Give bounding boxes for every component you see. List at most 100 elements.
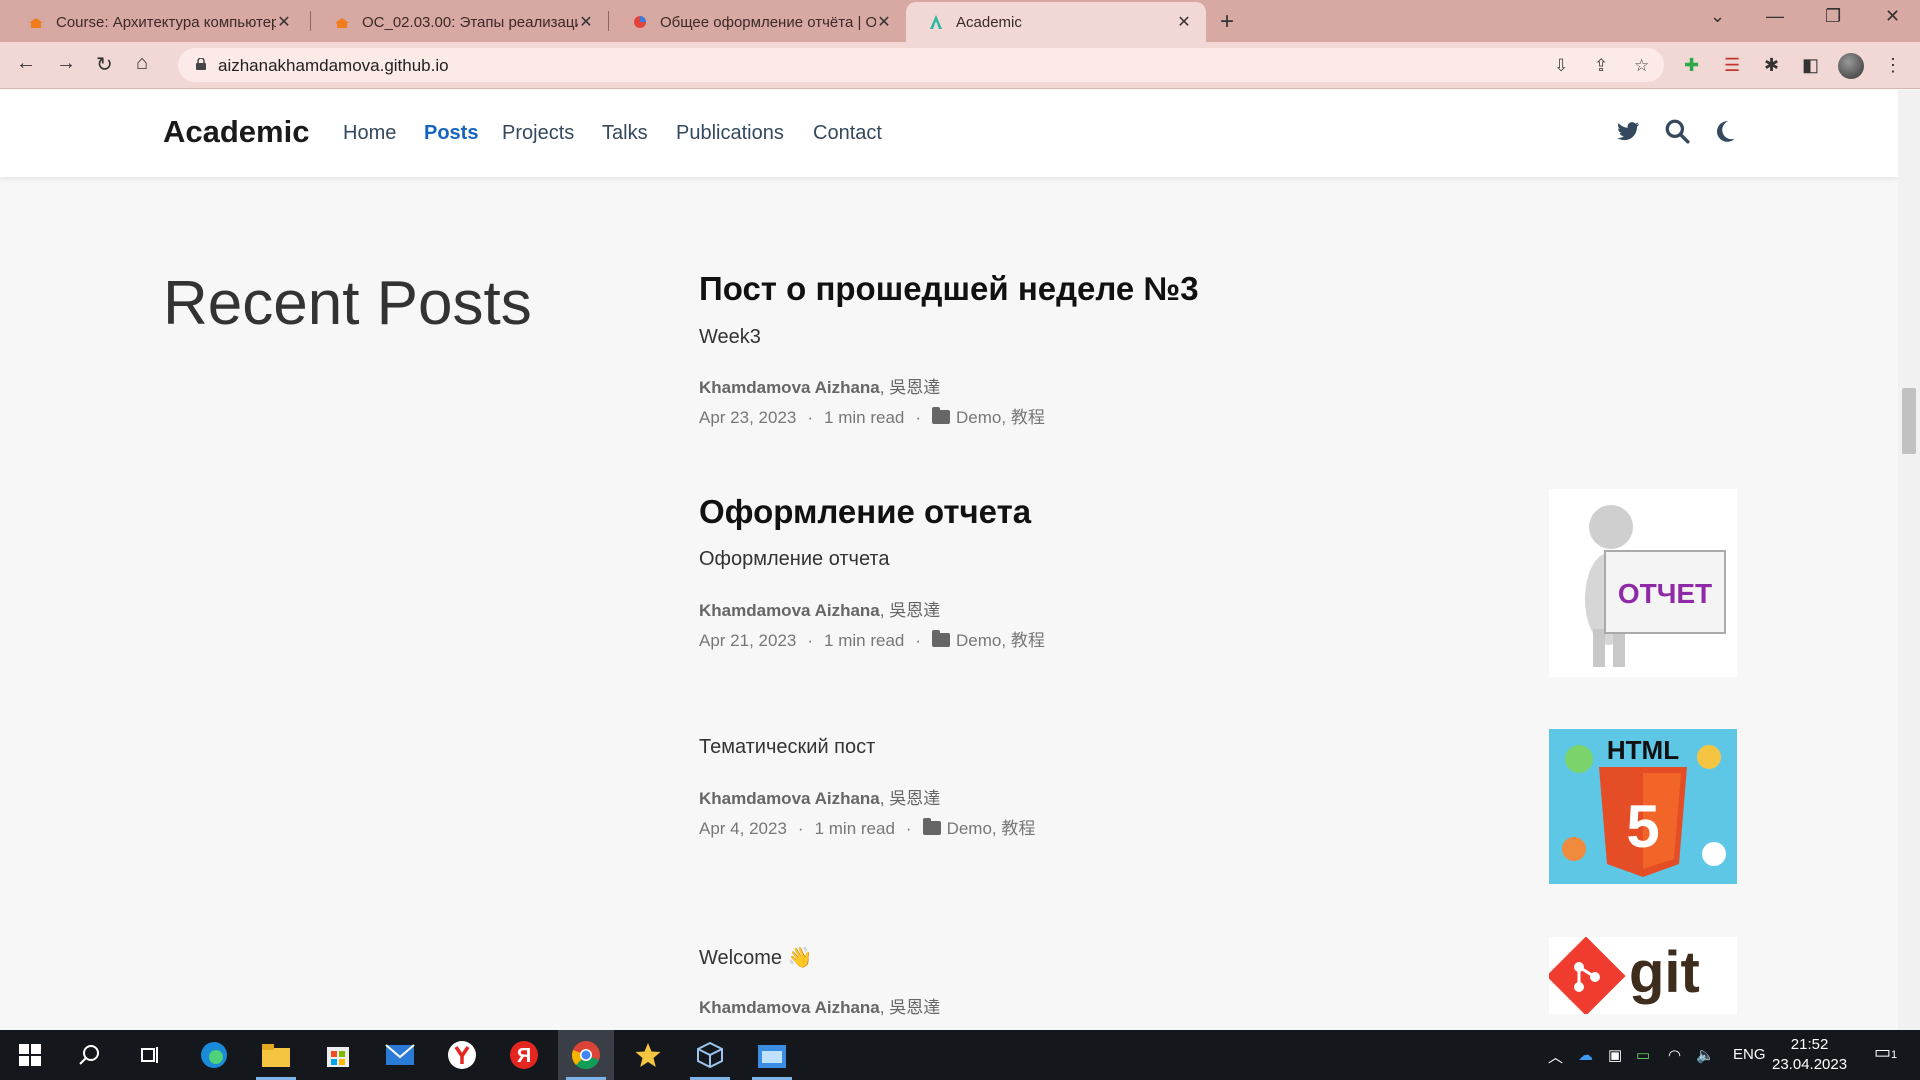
windows-taskbar: Я ︿ ☁ ▣ ▭ ◠ 🔈 ENG 21:52 23.04.2023 ▭1 [0,1030,1920,1080]
moodle-icon [29,18,43,28]
tab-os-stages[interactable]: ОС_02.03.00: Этапы реализации проекта ✕ [312,2,608,42]
tray-chevron-icon[interactable]: ︿ [1548,1046,1563,1067]
task-view-button[interactable] [122,1030,178,1080]
volume-icon[interactable]: 🔈 [1696,1046,1715,1064]
tab-title: ОС_02.03.00: Этапы реализации проекта [362,13,578,31]
author-link[interactable]: Khamdamova Aizhana [699,998,880,1017]
post-meta: Apr 23, 2023 · 1 min read · Demo, 教程 [699,407,1045,427]
nav-posts[interactable]: Posts [424,122,478,145]
clock-time: 21:52 [1790,1036,1829,1053]
post-title[interactable]: Оформление отчета [699,493,1031,531]
author-link[interactable]: Khamdamova Aizhana [699,378,880,397]
menu-kebab-icon[interactable]: ⋮ [1884,55,1902,76]
nav-talks[interactable]: Talks [602,122,648,145]
extension-plus-icon[interactable]: ✚ [1684,55,1699,76]
taskbar-search-button[interactable] [62,1030,118,1080]
taskbar-mail[interactable] [372,1030,428,1080]
browser-tab-strip: Course: Архитектура компьютерных систем … [0,0,1920,42]
reload-button[interactable]: ↻ [96,52,113,77]
post-categories[interactable]: Demo, 教程 [956,408,1045,427]
post-categories[interactable]: Demo, 教程 [947,819,1036,838]
nav-contact[interactable]: Contact [813,122,882,145]
address-bar[interactable]: aizhanakhamdamova.github.io ⇩ ⇪ ☆ [178,48,1664,82]
taskbar-store[interactable] [310,1030,366,1080]
taskbar-yandex-browser[interactable] [434,1030,490,1080]
tab-title: Academic [956,13,1022,31]
close-window-button[interactable]: ✕ [1885,6,1900,27]
system-clock[interactable]: 21:52 23.04.2023 [1772,1035,1847,1075]
mail-icon [385,1044,415,1065]
page-scrollbar[interactable] [1898,90,1920,1030]
taskbar-edge[interactable] [186,1030,242,1080]
nav-publications[interactable]: Publications [676,122,784,145]
windows-logo-icon [19,1044,41,1066]
html5-thumbnail[interactable]: HTML 5 [1549,729,1737,884]
read-time: 1 min read [824,408,905,427]
post-summary[interactable]: Welcome 👋 [699,945,812,970]
extension-bars-icon[interactable]: ☰ [1724,55,1740,76]
edge-icon [201,1042,227,1068]
back-button[interactable]: ← [16,52,36,75]
notification-center-button[interactable]: ▭1 [1874,1042,1897,1063]
read-time: 1 min read [824,631,905,650]
wifi-icon[interactable]: ◠ [1668,1046,1681,1064]
tab-academic[interactable]: Academic ✕ [906,2,1206,42]
post-authors: Khamdamova Aizhana, 吳恩達 [699,373,940,398]
twitter-icon[interactable] [1615,118,1641,144]
taskbar-file-explorer[interactable] [248,1030,304,1080]
extensions-puzzle-icon[interactable]: ✱ [1764,55,1779,76]
site-brand[interactable]: Academic [163,114,309,150]
tab-report-format[interactable]: Общее оформление отчёта | Оформление ✕ [610,2,906,42]
post-title[interactable]: Пост о прошедшей неделе №3 [699,270,1199,308]
post-summary[interactable]: Тематический пост [699,736,875,759]
author-link[interactable]: Khamdamova Aizhana [699,601,880,620]
tab-title: Общее оформление отчёта | Оформление [660,13,876,31]
search-icon [79,1045,99,1065]
thumbnail-label: git [1629,940,1700,1005]
close-icon[interactable]: ✕ [876,12,892,32]
start-button[interactable] [2,1030,58,1080]
nav-projects[interactable]: Projects [502,122,574,145]
input-language[interactable]: ENG [1733,1046,1766,1063]
taskbar-yandex[interactable]: Я [496,1030,552,1080]
close-icon[interactable]: ✕ [1176,12,1192,32]
post-summary: Week3 [699,326,761,348]
search-icon[interactable] [1664,118,1690,144]
taskbar-chrome[interactable] [558,1030,614,1080]
side-panel-icon[interactable]: ◧ [1802,55,1819,76]
docs-icon [634,16,646,28]
git-thumbnail[interactable]: git [1549,937,1737,1014]
url-text: aizhanakhamdamova.github.io [218,56,449,75]
bookmark-star-icon[interactable]: ☆ [1634,56,1649,76]
scrollbar-thumb[interactable] [1902,388,1916,454]
coauthor-text: , 吳恩達 [879,998,941,1017]
author-link[interactable]: Khamdamova Aizhana [699,789,880,808]
new-tab-button[interactable]: + [1220,8,1234,36]
browser-toolbar: ← → ↻ ⌂ aizhanakhamdamova.github.io ⇩ ⇪ … [0,42,1920,89]
forward-button[interactable]: → [56,52,76,75]
tab-title: Course: Архитектура компьютерных систем [56,13,276,31]
moon-icon[interactable] [1712,118,1738,144]
app-window-icon [758,1045,786,1068]
battery-icon[interactable]: ▭ [1636,1046,1650,1064]
restore-button[interactable]: ❐ [1825,6,1841,27]
minimize-button[interactable]: — [1766,6,1784,27]
tab-course[interactable]: Course: Архитектура компьютерных систем … [6,2,306,42]
tray-app-icon[interactable]: ▣ [1608,1046,1622,1064]
nav-home[interactable]: Home [343,122,396,145]
taskbar-star-app[interactable] [620,1030,676,1080]
close-icon[interactable]: ✕ [578,12,594,32]
post-categories[interactable]: Demo, 教程 [956,631,1045,650]
onedrive-icon[interactable]: ☁ [1578,1046,1593,1064]
report-thumbnail[interactable]: ОТЧЕТ [1549,489,1737,677]
profile-avatar[interactable] [1838,53,1864,79]
taskbar-app-blue[interactable] [744,1030,800,1080]
tab-search-chevron-icon[interactable]: ⌄ [1710,6,1725,27]
chrome-icon [571,1041,600,1070]
svg-text:Я: Я [517,1045,531,1067]
share-icon[interactable]: ⇪ [1594,56,1608,76]
home-button[interactable]: ⌂ [136,52,148,75]
taskbar-virtualbox[interactable] [682,1030,738,1080]
install-icon[interactable]: ⇩ [1554,56,1568,76]
close-icon[interactable]: ✕ [276,12,292,32]
